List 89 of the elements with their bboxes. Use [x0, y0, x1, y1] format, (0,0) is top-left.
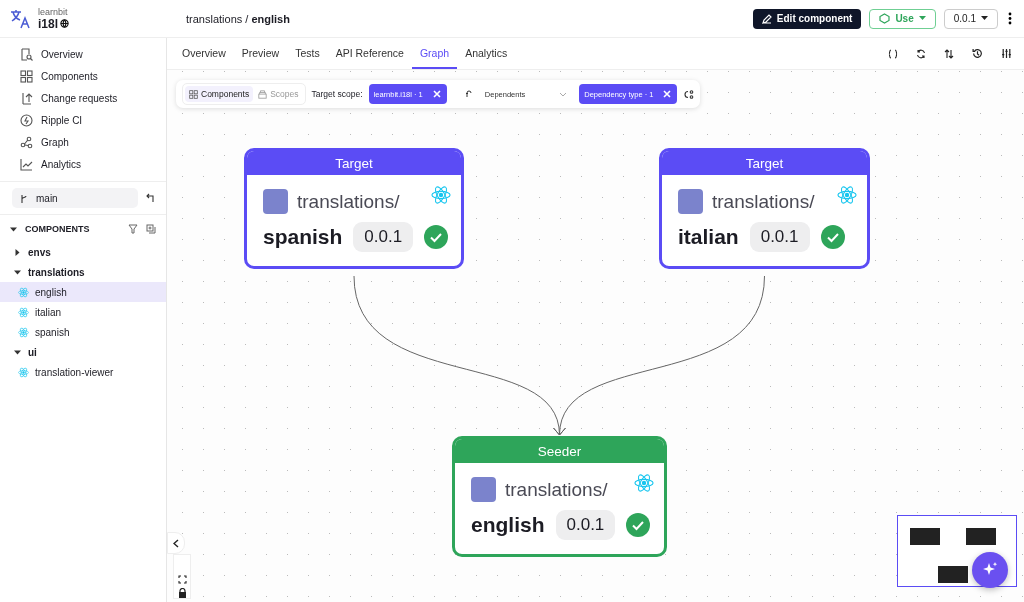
tab[interactable]: Preview: [233, 38, 288, 69]
scope-path: translations/: [505, 478, 608, 501]
node-role-header: Target: [247, 151, 461, 175]
graph-icon: [20, 135, 33, 149]
component-item[interactable]: spanish: [0, 322, 166, 342]
circle-bolt-icon: [20, 113, 33, 127]
component-item[interactable]: english: [0, 282, 166, 302]
component-icon: [263, 189, 288, 214]
version-tag: 0.0.1: [749, 222, 810, 252]
nav-item[interactable]: Overview: [20, 43, 166, 65]
collapse-panel-button[interactable]: [167, 532, 185, 554]
layout-settings-icon[interactable]: [683, 88, 695, 100]
component-node[interactable]: Seeder translations/ english 0.0.1: [452, 436, 667, 557]
document-search-icon: [20, 47, 33, 61]
caret-down-icon[interactable]: [14, 348, 21, 356]
caret-down-icon: [918, 16, 926, 21]
version-tag: 0.0.1: [555, 510, 616, 540]
stack-icon: [258, 89, 268, 99]
nav-item[interactable]: Ripple CI: [20, 109, 166, 131]
version-tag: 0.0.1: [353, 222, 414, 252]
filter-icon[interactable]: [128, 224, 138, 234]
folder-label[interactable]: translations: [28, 266, 85, 278]
branch-icon: [20, 193, 28, 203]
node-role-header: Seeder: [455, 439, 664, 463]
add-component-icon[interactable]: [146, 224, 156, 234]
caret-down-icon: [981, 16, 988, 21]
grid-icon: [189, 89, 198, 99]
chevron-down-icon: [559, 91, 568, 97]
folder-label[interactable]: ui: [28, 346, 37, 358]
nav-item[interactable]: Graph: [20, 131, 166, 153]
pencil-icon: [761, 13, 772, 24]
breadcrumb: translations / english: [186, 12, 291, 25]
target-scope-label: Target scope:: [311, 89, 363, 99]
refresh-icon[interactable]: [916, 48, 926, 59]
react-icon: [431, 185, 451, 205]
edit-component-button[interactable]: Edit component: [752, 8, 862, 29]
section-title: COMPONENTS: [25, 224, 91, 234]
react-icon: [18, 306, 29, 318]
tab[interactable]: Analytics: [457, 38, 516, 69]
component-item[interactable]: translation-viewer: [0, 362, 166, 382]
caret-right-icon[interactable]: [14, 248, 21, 256]
nav-item[interactable]: Components: [20, 65, 166, 87]
folder-label[interactable]: envs: [28, 246, 51, 258]
react-icon: [18, 286, 29, 298]
component-name: spanish: [263, 225, 343, 249]
branch-selector[interactable]: main: [12, 188, 138, 208]
component-node[interactable]: Target translations/ spanish 0.0.1: [244, 148, 464, 269]
hexagon-icon: [879, 13, 891, 24]
scope-name: i18l: [38, 16, 58, 31]
caret-down-icon[interactable]: [14, 268, 21, 276]
view-toggle[interactable]: Components: [185, 86, 254, 102]
component-name: italian: [678, 225, 739, 249]
scope-path: translations/: [712, 190, 815, 213]
fit-view-icon[interactable]: [177, 575, 187, 584]
history-icon[interactable]: [972, 48, 983, 59]
tab[interactable]: API Reference: [327, 38, 412, 69]
component-icon: [678, 189, 703, 214]
compare-arrows-icon[interactable]: [944, 48, 954, 59]
component-icon: [471, 477, 496, 502]
component-item[interactable]: italian: [0, 302, 166, 322]
react-icon: [634, 473, 654, 493]
more-options-icon[interactable]: [1008, 12, 1012, 25]
org-name: learnbit: [38, 6, 69, 17]
version-dropdown[interactable]: 0.0.1: [943, 8, 998, 29]
tab[interactable]: Overview: [174, 38, 234, 69]
close-icon: [432, 90, 441, 98]
lock-icon[interactable]: [177, 588, 187, 598]
react-icon: [18, 326, 29, 338]
arrow-icon: [464, 90, 473, 98]
node-role-header: Target: [662, 151, 867, 175]
scope-path: translations/: [297, 190, 400, 213]
react-icon: [18, 366, 29, 378]
translate-logo-icon: [10, 7, 32, 30]
tab[interactable]: Tests: [287, 38, 328, 69]
component-name: english: [471, 513, 545, 537]
undo-arrow-icon[interactable]: [146, 193, 156, 203]
sliders-icon[interactable]: [1001, 48, 1012, 59]
chevron-left-icon: [173, 538, 179, 548]
code-braces-icon[interactable]: [888, 48, 898, 59]
globe-icon: [60, 19, 69, 28]
react-icon: [837, 185, 857, 205]
component-node[interactable]: Target translations/ italian 0.0.1: [659, 148, 870, 269]
grid-icon: [20, 69, 33, 83]
nav-item[interactable]: Change requests: [20, 87, 166, 109]
close-icon: [663, 90, 672, 98]
line-chart-icon: [20, 157, 33, 171]
nav-item[interactable]: Analytics: [20, 153, 166, 175]
branch-request-icon: [20, 91, 33, 105]
caret-down-icon[interactable]: [10, 225, 17, 233]
